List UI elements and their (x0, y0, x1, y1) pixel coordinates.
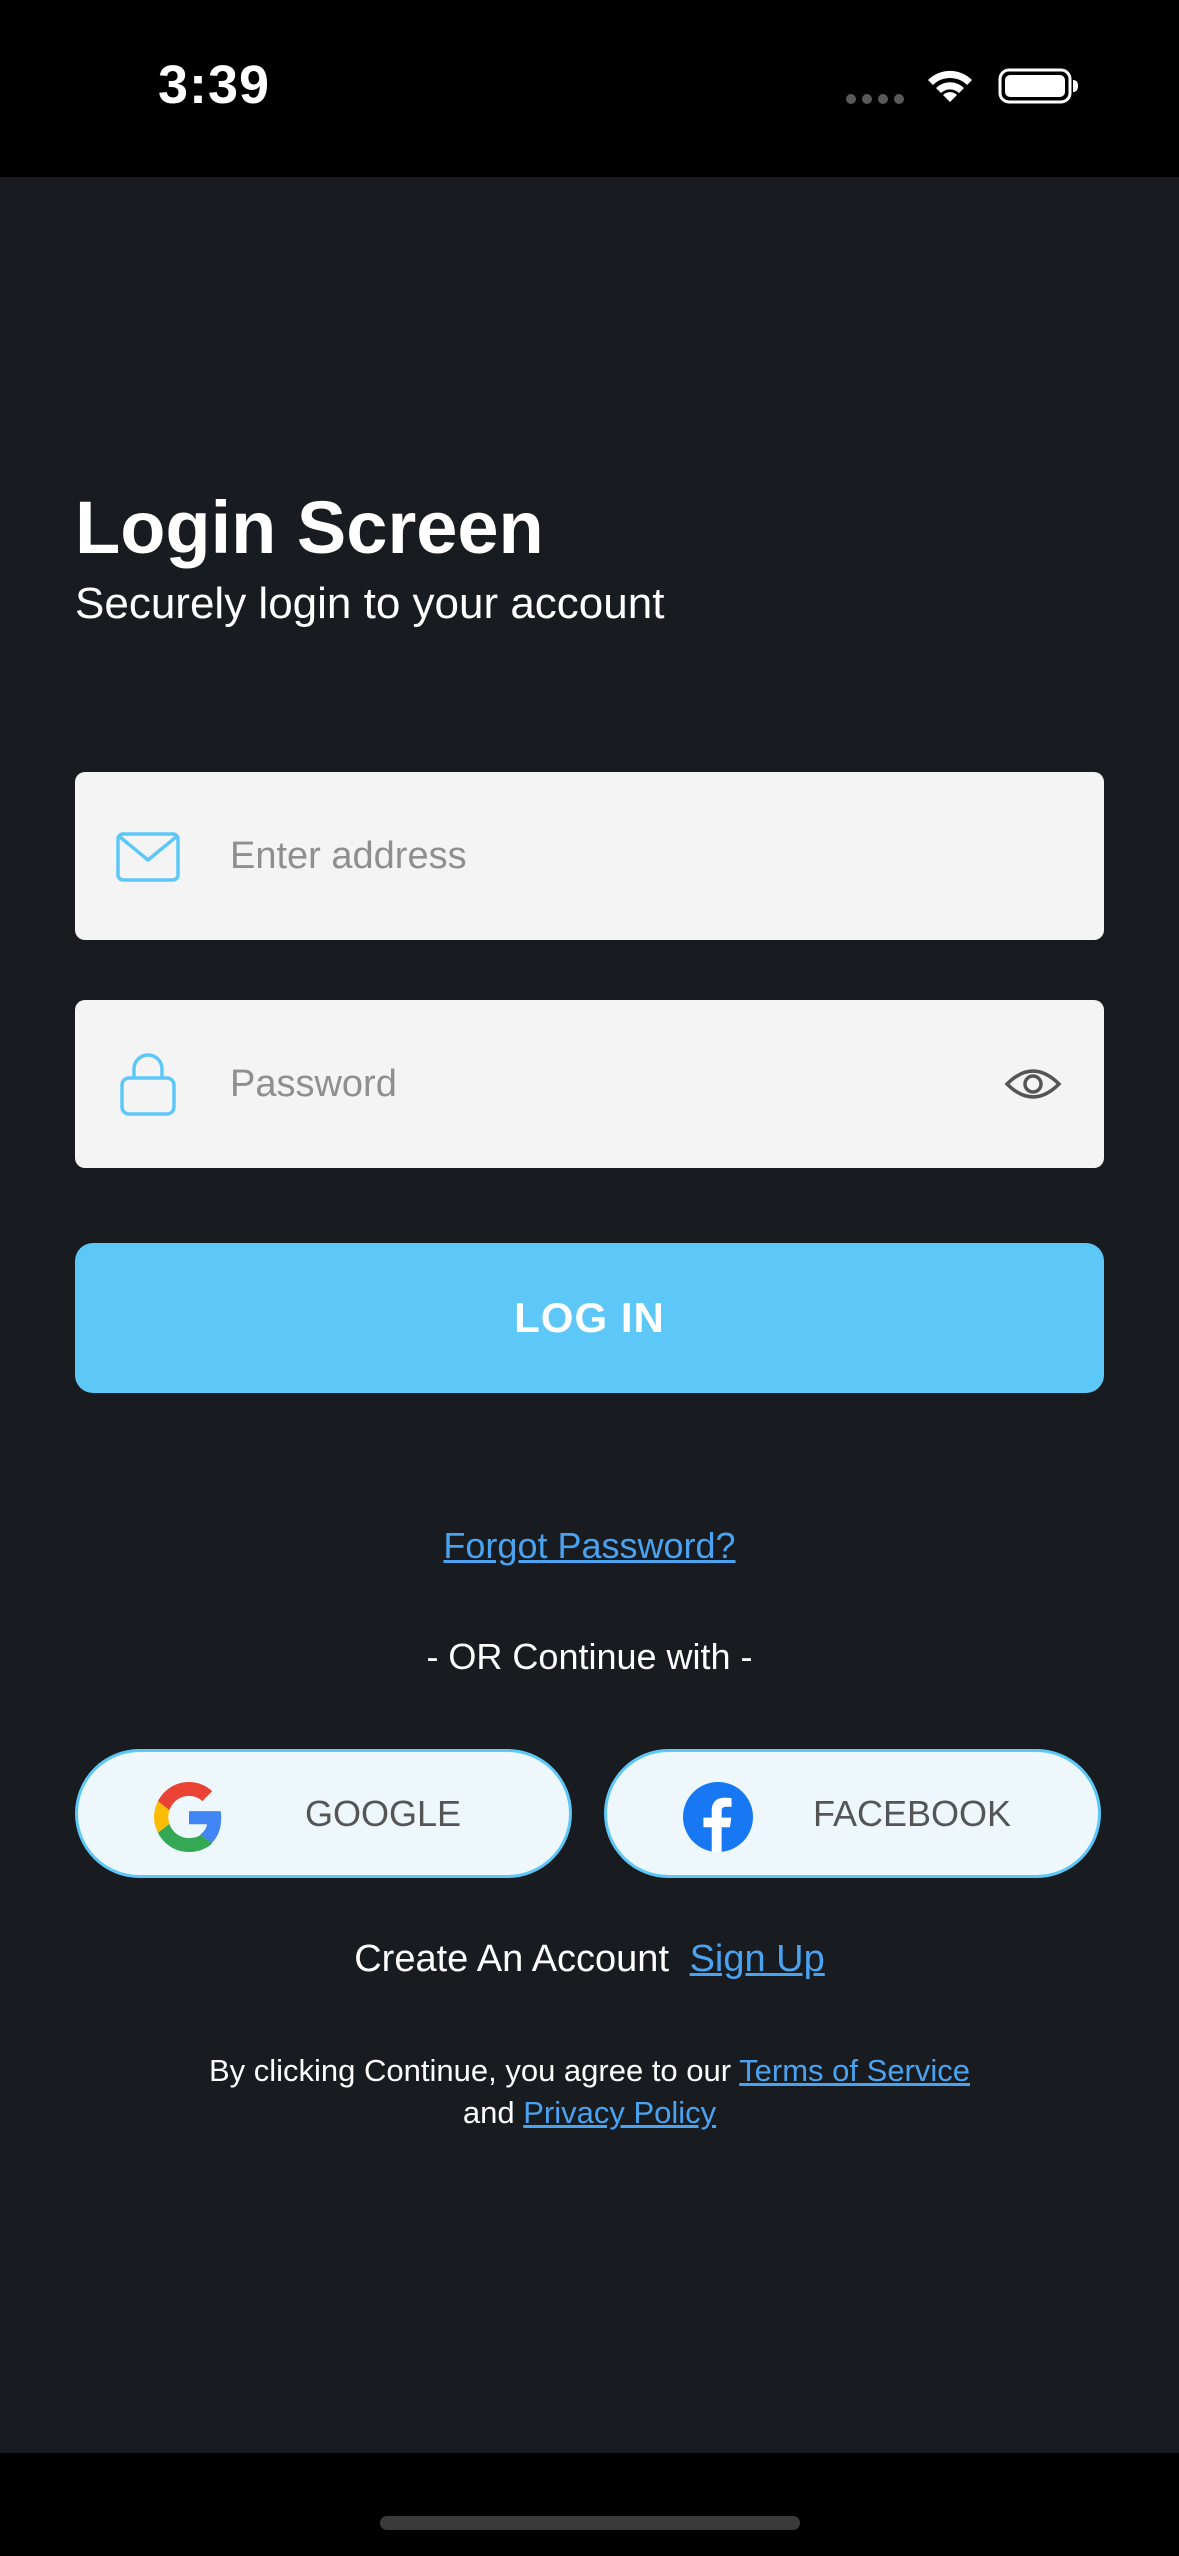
status-time: 3:39 (158, 55, 271, 115)
password-input[interactable] (230, 1000, 1010, 1168)
google-button[interactable]: GOOGLE (75, 1749, 572, 1878)
email-field[interactable] (75, 772, 1104, 940)
signup-link[interactable]: Sign Up (690, 1938, 825, 1980)
facebook-button[interactable]: FACEBOOK (604, 1749, 1101, 1878)
lock-icon (120, 1053, 176, 1116)
battery-icon (998, 68, 1078, 104)
divider-text: - OR Continue with - (426, 1636, 753, 1677)
privacy-policy-link[interactable]: Privacy Policy (523, 2095, 716, 2130)
page-title: Login Screen (75, 486, 544, 569)
signup-prompt: Create An Account (354, 1938, 669, 1980)
google-icon (154, 1782, 222, 1852)
terms-text: By clicking Continue, you agree to our T… (0, 2050, 1179, 2134)
terms-prefix: By clicking Continue, you agree to our (208, 2053, 732, 2088)
email-input[interactable] (230, 772, 1010, 940)
wifi-icon (928, 70, 972, 102)
password-field[interactable] (75, 1000, 1104, 1168)
cellular-dots-icon (846, 94, 904, 104)
google-label: GOOGLE (304, 1793, 462, 1834)
status-bar: 3:39 (0, 0, 1179, 177)
facebook-icon (683, 1782, 753, 1852)
home-indicator[interactable] (380, 2516, 800, 2530)
login-button[interactable]: LOG IN (75, 1243, 1104, 1393)
facebook-label: FACEBOOK (812, 1793, 1012, 1834)
home-bar-area (0, 2453, 1179, 2556)
envelope-icon (116, 832, 180, 882)
eye-icon[interactable] (1004, 1060, 1062, 1108)
terms-of-service-link[interactable]: Terms of Service (739, 2053, 970, 2088)
forgot-password-link[interactable]: Forgot Password? (0, 1525, 1179, 1567)
page-subtitle: Securely login to your account (75, 579, 665, 628)
terms-connector: and (462, 2095, 515, 2130)
signup-row: Create An Account Sign Up (0, 1938, 1179, 1981)
